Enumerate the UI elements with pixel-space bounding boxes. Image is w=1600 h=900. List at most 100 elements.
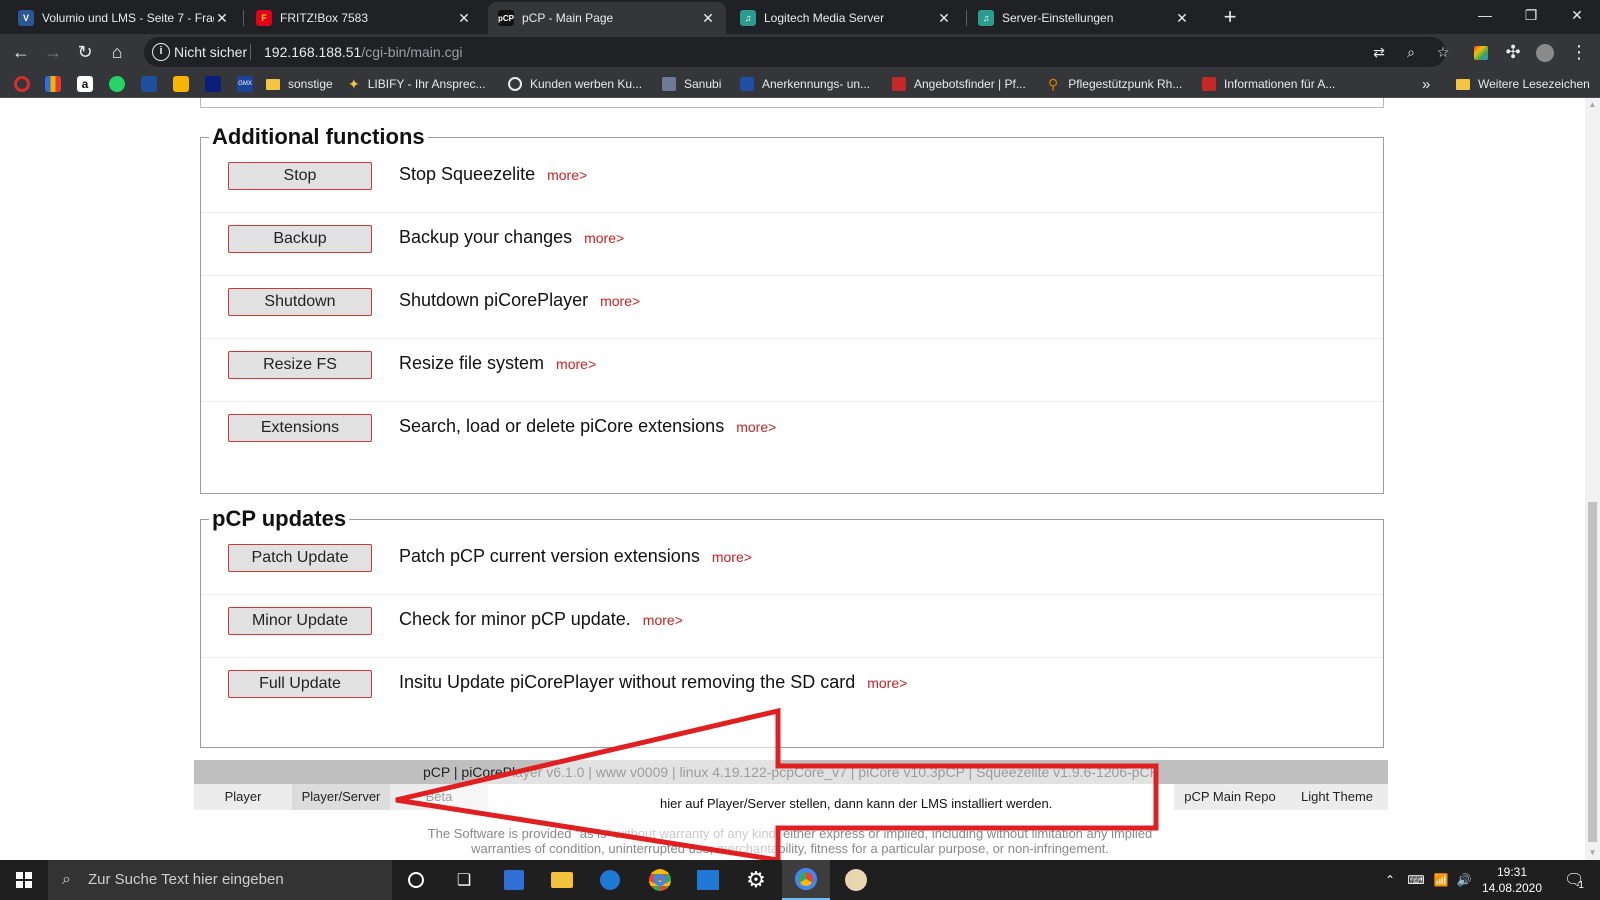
system-clock[interactable]: 19:31 14.08.2020 <box>1474 864 1550 896</box>
tab-volumio[interactable]: V Volumio und LMS - Seite 7 - Frag ✕ <box>8 2 240 34</box>
resize-fs-button[interactable]: Resize FS <box>228 351 372 379</box>
mail-app-icon[interactable] <box>586 860 634 900</box>
close-tab-icon[interactable]: ✕ <box>456 10 472 27</box>
backup-button[interactable]: Backup <box>228 225 372 253</box>
tab-beta[interactable]: Beta <box>390 784 488 810</box>
amazon-bookmark-icon[interactable]: a <box>77 76 93 92</box>
page-scrollbar[interactable]: ▲ ▼ <box>1585 98 1600 860</box>
tab-title: Server-Einstellungen <box>1002 11 1114 25</box>
close-tab-icon[interactable]: ✕ <box>700 10 716 27</box>
extension-icon[interactable] <box>1468 39 1494 65</box>
close-tab-icon[interactable]: ✕ <box>1174 10 1190 27</box>
chart-bookmark-icon[interactable] <box>45 76 61 92</box>
puzzle-icon[interactable]: ✣ <box>1500 39 1526 65</box>
close-tab-icon[interactable]: ✕ <box>214 10 230 27</box>
figure-icon: ⚲ <box>1048 75 1059 92</box>
tab-pcp-main-repo[interactable]: pCP Main Repo <box>1174 784 1286 810</box>
bookmark-label: Pflegestützpunk Rh... <box>1068 77 1183 91</box>
chrome-icon[interactable] <box>636 860 684 900</box>
avatar[interactable] <box>1532 39 1558 65</box>
other-bookmarks-folder[interactable]: Weitere Lesezeichen <box>1456 75 1590 93</box>
restore-button[interactable]: ❐ <box>1508 0 1554 34</box>
close-window-button[interactable]: ✕ <box>1554 0 1600 34</box>
bank-bookmark-icon[interactable] <box>141 76 157 92</box>
new-tab-button[interactable]: + <box>1216 4 1244 32</box>
card-bookmark-icon[interactable] <box>173 76 189 92</box>
bookmark-kunden[interactable]: Kunden werben Ku... <box>508 75 642 93</box>
minimize-button[interactable]: — <box>1462 0 1508 34</box>
task-view-icon[interactable]: ❏ <box>440 860 488 900</box>
paint-app-icon[interactable] <box>832 860 880 900</box>
bookmark-informationen[interactable]: Informationen für A... <box>1202 75 1335 93</box>
tab-lms[interactable]: ♫ Logitech Media Server ✕ <box>730 2 962 34</box>
reload-icon[interactable]: ↻ <box>72 39 98 65</box>
more-link[interactable]: more> <box>736 419 776 435</box>
home-icon[interactable]: ⌂ <box>104 39 130 65</box>
translate-icon[interactable]: ⇄ <box>1368 41 1390 63</box>
disclaimer-line: The Software is provided "as is" without… <box>427 826 1153 841</box>
network-icon[interactable]: 📶 <box>1430 860 1452 900</box>
tab-pcp-main[interactable]: pCP pCP - Main Page ✕ <box>488 2 726 34</box>
menu-kebab-icon[interactable]: ⋮ <box>1566 39 1592 65</box>
back-arrow-icon[interactable]: ← <box>8 39 34 65</box>
more-link[interactable]: more> <box>643 612 683 628</box>
minor-update-button[interactable]: Minor Update <box>228 607 372 635</box>
more-link[interactable]: more> <box>867 675 907 691</box>
security-label[interactable]: Nicht sicher <box>174 44 247 60</box>
description-text: Shutdown piCorePlayer <box>399 290 589 310</box>
zoom-icon[interactable]: ⌕ <box>1400 41 1422 63</box>
close-tab-icon[interactable]: ✕ <box>936 10 952 27</box>
bookmark-pflegestuetzpunkt[interactable]: ⚲ Pflegestützpunk Rh... <box>1048 75 1182 93</box>
stop-button[interactable]: Stop <box>228 162 372 190</box>
more-link[interactable]: more> <box>584 230 624 246</box>
notification-center-icon[interactable]: 🗨 1 <box>1556 860 1592 900</box>
patch-update-button[interactable]: Patch Update <box>228 544 372 572</box>
more-link[interactable]: more> <box>600 293 640 309</box>
additional-functions-section: Additional functions Stop Stop Squeezeli… <box>200 124 1384 494</box>
tab-fritzbox[interactable]: F FRITZ!Box 7583 ✕ <box>246 2 482 34</box>
cortana-icon[interactable] <box>392 860 440 900</box>
more-bookmarks-button[interactable]: » <box>1422 75 1430 93</box>
more-link[interactable]: more> <box>712 549 752 565</box>
extensions-button[interactable]: Extensions <box>228 414 372 442</box>
tab-server-settings[interactable]: ♫ Server-Einstellungen ✕ <box>968 2 1200 34</box>
bookmark-sanubi[interactable]: Sanubi <box>662 75 721 93</box>
volume-icon[interactable]: 🔊 <box>1454 860 1474 900</box>
tab-player-server[interactable]: Player/Server <box>292 784 390 810</box>
bookmark-libify[interactable]: ✦ LIBIFY - Ihr Ansprec... <box>348 75 486 93</box>
bookmark-angebotsfinder[interactable]: Angebotsfinder | Pf... <box>892 75 1026 93</box>
file-explorer-icon[interactable] <box>538 860 586 900</box>
calendar-grid-icon[interactable] <box>684 860 732 900</box>
scroll-down-arrow-icon[interactable]: ▼ <box>1585 846 1600 860</box>
description-text: Stop Squeezelite <box>399 164 536 184</box>
more-link[interactable]: more> <box>547 167 587 183</box>
keyboard-icon[interactable]: ⌨ <box>1404 860 1428 900</box>
opera-bookmark-icon[interactable] <box>14 76 30 92</box>
crest-icon <box>892 77 906 91</box>
tab-player[interactable]: Player <box>194 784 292 810</box>
taskbar-search-input[interactable]: ⌕ Zur Suche Text hier eingeben <box>48 860 392 900</box>
shutdown-button[interactable]: Shutdown <box>228 288 372 316</box>
bookmark-anerkennung[interactable]: Anerkennungs- un... <box>740 75 870 93</box>
show-hidden-icons-icon[interactable]: ⌃ <box>1380 860 1400 900</box>
whatsapp-bookmark-icon[interactable] <box>109 76 125 92</box>
gmx-bookmark-icon[interactable]: GMX <box>237 76 253 92</box>
bookmark-star-icon[interactable]: ☆ <box>1432 41 1454 63</box>
address-bar[interactable]: i Nicht sicher 192.168.188.51/cgi-bin/ma… <box>144 37 1449 67</box>
windows-start-button[interactable] <box>0 860 48 900</box>
ebay-bookmark-icon[interactable] <box>205 76 221 92</box>
tab-light-theme[interactable]: Light Theme <box>1286 784 1388 810</box>
tab-title: FRITZ!Box 7583 <box>280 11 369 25</box>
row-description: Search, load or delete piCore extensions… <box>399 416 776 437</box>
scroll-up-arrow-icon[interactable]: ▲ <box>1585 98 1600 112</box>
full-update-button[interactable]: Full Update <box>228 670 372 698</box>
more-link[interactable]: more> <box>556 356 596 372</box>
forward-arrow-icon[interactable]: → <box>40 39 66 65</box>
settings-gear-icon[interactable]: ⚙ <box>732 860 780 900</box>
calendar-app-icon[interactable] <box>490 860 538 900</box>
scroll-thumb[interactable] <box>1588 502 1597 842</box>
info-icon[interactable]: i <box>152 43 170 61</box>
url-text[interactable]: 192.168.188.51/cgi-bin/main.cgi <box>264 44 462 60</box>
bookmark-folder-sonstige[interactable]: sonstige <box>266 75 333 93</box>
chrome-active-icon[interactable] <box>782 860 830 900</box>
